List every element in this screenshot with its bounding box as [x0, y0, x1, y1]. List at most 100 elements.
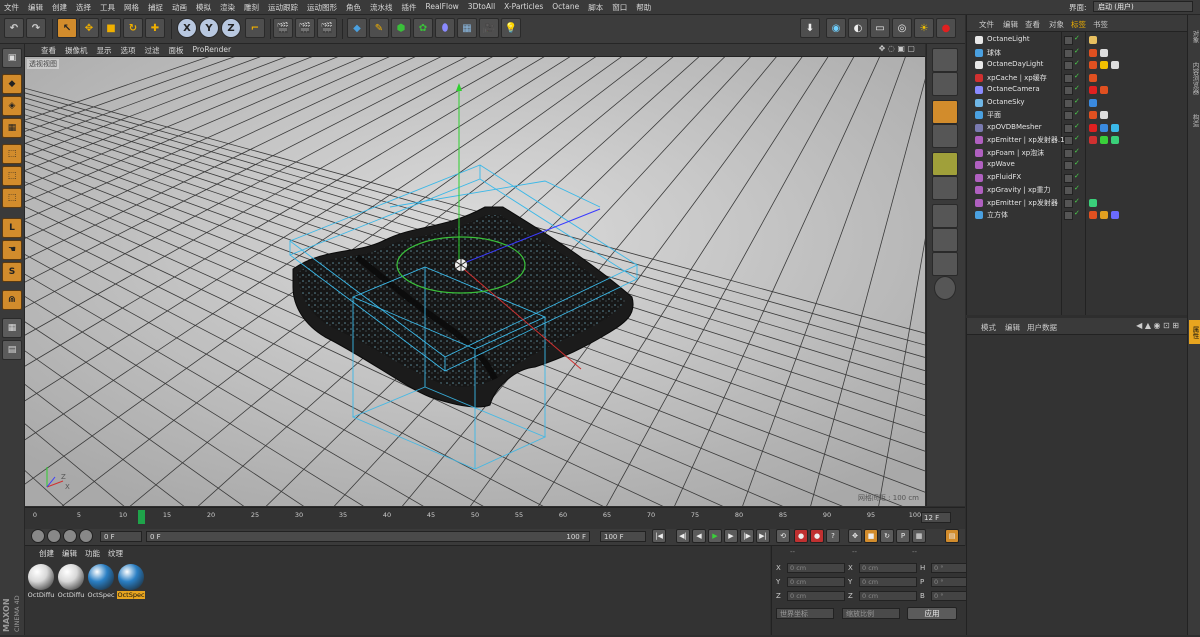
visibility-toggle[interactable]	[1064, 161, 1073, 170]
apply-button[interactable]: 应用	[907, 607, 957, 620]
object-row[interactable]: xpWave ✓	[967, 159, 1187, 171]
menu-item[interactable]: 捕捉	[148, 2, 163, 13]
object-tag-icon[interactable]	[1089, 48, 1097, 57]
size-field[interactable]: 0 cm	[859, 562, 917, 573]
param-key-button[interactable]: P	[896, 529, 910, 543]
enabled-check-icon[interactable]: ✓	[1074, 34, 1080, 42]
visibility-toggle[interactable]	[1064, 73, 1073, 83]
menu-item[interactable]: 创建	[52, 2, 67, 13]
object-tag-icon[interactable]	[1089, 61, 1097, 69]
object-tag-icon[interactable]	[1111, 61, 1119, 69]
polygons-mode-button[interactable]: ⬚	[2, 188, 22, 208]
menu-item[interactable]: 编辑	[28, 2, 43, 13]
floor-button[interactable]: ▦	[457, 18, 477, 38]
viewport-menu-item[interactable]: 过滤	[145, 45, 160, 56]
material-swatch[interactable]: OctDiffu	[27, 564, 55, 599]
object-row[interactable]: OctaneLight ✓	[967, 34, 1187, 46]
side-tab[interactable]: 属性	[1189, 320, 1200, 344]
position-field[interactable]: 0 cm	[787, 576, 845, 587]
menu-item[interactable]: 3DtoAll	[468, 2, 495, 13]
keyframe-icon[interactable]	[31, 529, 45, 543]
frame-range-slider[interactable]: 0 F 100 F	[146, 531, 590, 542]
material-tab[interactable]: 编辑	[62, 548, 77, 559]
visibility-toggle[interactable]	[1064, 36, 1073, 45]
material-swatch[interactable]: OctSpec	[87, 564, 115, 599]
enabled-check-icon[interactable]: ✓	[1074, 159, 1080, 167]
viewport-nav-icons[interactable]: ✥ ◌ ▣ ▢	[879, 44, 915, 53]
attribute-manager-tab[interactable]: 用户数据	[1027, 322, 1057, 333]
sphere-icon[interactable]	[934, 276, 956, 300]
position-field[interactable]: 0 cm	[787, 590, 845, 601]
enabled-check-icon[interactable]: ✓	[1074, 209, 1080, 217]
menu-item[interactable]: 工具	[100, 2, 115, 13]
size-field[interactable]: 0 cm	[859, 576, 917, 587]
object-tag-icon[interactable]	[1100, 61, 1108, 69]
cube-object-button[interactable]: ◆	[347, 18, 367, 38]
end-frame-field[interactable]: 100 F	[600, 531, 646, 542]
render-settings-button[interactable]: 🎬	[317, 18, 337, 38]
enabled-check-icon[interactable]: ✓	[1074, 47, 1080, 55]
object-row[interactable]: OctaneDayLight ✓	[967, 59, 1187, 71]
workplane-grid-button[interactable]: ▦	[2, 318, 22, 338]
enabled-check-icon[interactable]: ✓	[1074, 122, 1080, 130]
object-tag-icon[interactable]	[1100, 48, 1108, 57]
menu-item[interactable]: 网格	[124, 2, 139, 13]
object-manager-tab[interactable]: 标签	[1071, 19, 1086, 30]
model-mode-button[interactable]: ◆	[2, 74, 22, 94]
object-row[interactable]: OctaneCamera ✓	[967, 84, 1187, 96]
cloner-button[interactable]: ✿	[413, 18, 433, 38]
enabled-check-icon[interactable]: ✓	[1074, 172, 1080, 180]
rotation-key-button[interactable]: ↻	[880, 529, 894, 543]
size-field[interactable]: 0 cm	[859, 590, 917, 601]
scale-mode-dropdown[interactable]: 缩放比例	[842, 608, 900, 619]
subdivision-button[interactable]: ⬢	[391, 18, 411, 38]
enabled-check-icon[interactable]: ✓	[1074, 97, 1080, 105]
rotate-tool-button[interactable]: ↻	[123, 18, 143, 38]
viewport-menu-item[interactable]: ProRender	[193, 45, 232, 56]
menu-item[interactable]: 运动图形	[307, 2, 337, 13]
menu-item[interactable]: RealFlow	[426, 2, 459, 13]
visibility-toggle[interactable]	[1064, 48, 1073, 58]
undo-button[interactable]: ↶	[4, 18, 24, 38]
object-tag-icon[interactable]	[1089, 86, 1097, 94]
viewport-menu-item[interactable]: 面板	[169, 45, 184, 56]
deformer-button[interactable]: ⬮	[435, 18, 455, 38]
viewport-menu-item[interactable]: 查看	[41, 45, 56, 56]
snap-button[interactable]: ⋒	[2, 290, 22, 310]
tweak-mode-button[interactable]: ☚	[2, 240, 22, 260]
selection-object-icon[interactable]	[932, 152, 958, 176]
object-manager-tab[interactable]: 对象	[1049, 19, 1064, 30]
material-tab[interactable]: 创建	[39, 548, 54, 559]
object-tag-icon[interactable]	[1089, 123, 1097, 132]
enabled-check-icon[interactable]: ✓	[1074, 184, 1080, 192]
menu-item[interactable]: 窗口	[612, 2, 627, 13]
object-row[interactable]: xpFoam | xp泡沫 ✓	[967, 147, 1187, 159]
object-row[interactable]: xpOVDBMesher ✓	[967, 122, 1187, 134]
pen-tool-button[interactable]: ✎	[369, 18, 389, 38]
octane-target-icon[interactable]: ◎	[892, 18, 912, 38]
object-tag-icon[interactable]	[1089, 73, 1097, 82]
move-tool-button[interactable]: ✥	[79, 18, 99, 38]
object-tag-icon[interactable]	[1100, 123, 1108, 132]
object-row[interactable]: OctaneSky ✓	[967, 97, 1187, 109]
make-editable-button[interactable]: ▣	[2, 48, 22, 68]
menu-item[interactable]: 帮助	[636, 2, 651, 13]
octane-record-icon[interactable]: ●	[936, 18, 956, 38]
attribute-manager-tab[interactable]: 模式	[981, 322, 996, 333]
enabled-check-icon[interactable]: ✓	[1074, 59, 1080, 67]
side-tab[interactable]: 对象	[1189, 21, 1200, 51]
menu-item[interactable]: 模拟	[196, 2, 211, 13]
enabled-check-icon[interactable]: ✓	[1074, 109, 1080, 117]
camera-button[interactable]: 🎥	[479, 18, 499, 38]
play-button[interactable]: ▶	[708, 529, 722, 543]
visibility-toggle[interactable]	[1064, 111, 1073, 120]
brush-icon[interactable]	[932, 100, 958, 124]
object-tag-icon[interactable]	[1100, 211, 1108, 219]
object-manager-tab[interactable]: 查看	[1025, 19, 1040, 30]
render-picture-viewer-button[interactable]: 🎬	[295, 18, 315, 38]
prev-frame-button[interactable]: ◀	[692, 529, 706, 543]
scale-tool-button[interactable]: ■	[101, 18, 121, 38]
visibility-toggle[interactable]	[1064, 211, 1073, 220]
visibility-toggle[interactable]	[1064, 123, 1073, 133]
octane-light-icon[interactable]: ▭	[870, 18, 890, 38]
